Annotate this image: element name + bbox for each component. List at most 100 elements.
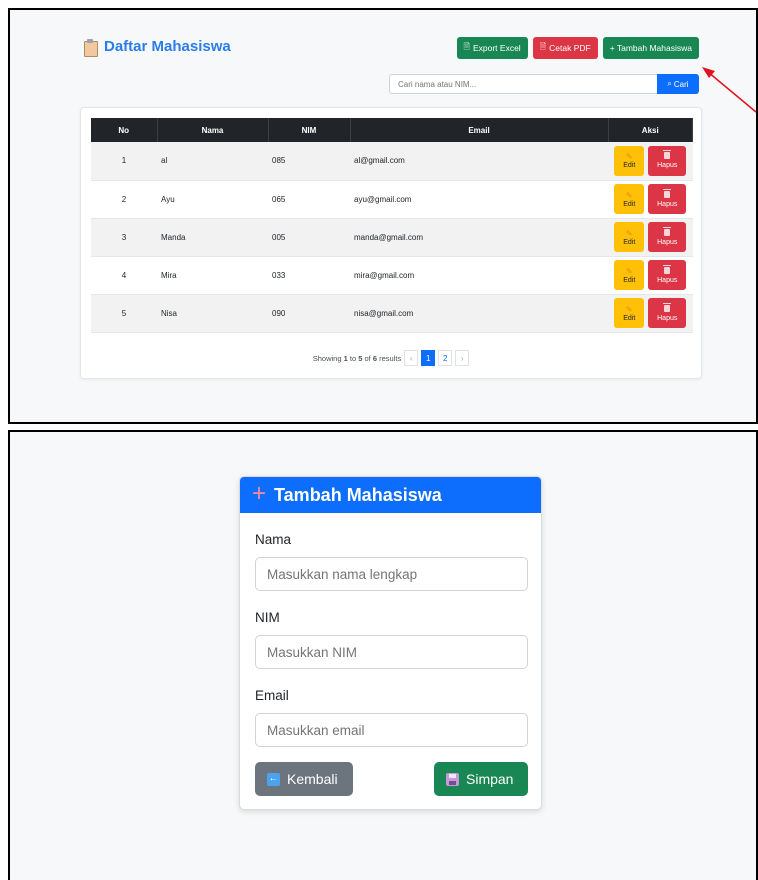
table-header-row: No Nama NIM Email Aksi: [91, 118, 693, 142]
simpan-label: Simpan: [466, 771, 514, 787]
hapus-button[interactable]: Hapus: [648, 145, 687, 176]
cell-no: 3: [91, 218, 157, 257]
annotation-arrow-icon: [702, 67, 757, 113]
pagination-results-word: results: [379, 353, 402, 363]
edit-label: Edit: [623, 162, 636, 170]
clipboard-icon: [84, 38, 98, 57]
nim-label: NIM: [255, 610, 280, 625]
cetak-pdf-label: Cetak PDF: [549, 43, 591, 53]
tambah-mahasiswa-label: + Tambah Mahasiswa: [609, 43, 692, 53]
cell-nim: 033: [268, 256, 350, 295]
file-excel-icon: 🗎: [463, 42, 470, 51]
file-pdf-icon: 🗎: [539, 42, 547, 51]
pagination-to: 5: [358, 353, 363, 363]
cell-aksi: ✎ Edit Hapus: [608, 142, 693, 181]
tambah-mahasiswa-button[interactable]: + Tambah Mahasiswa: [602, 37, 699, 59]
cell-no: 4: [91, 256, 157, 295]
edit-button[interactable]: ✎ Edit: [614, 222, 645, 252]
hapus-label: Hapus: [657, 314, 678, 322]
cell-no: 5: [91, 294, 157, 333]
cell-nim: 005: [268, 218, 350, 257]
hapus-label: Hapus: [657, 238, 678, 246]
header-nim: NIM: [268, 118, 351, 142]
cell-email: mira@gmail.com: [350, 256, 608, 295]
pagination: Showing 1 to 5 of 6 results ‹ 1 2 ›: [81, 350, 701, 366]
cell-email: al@gmail.com: [350, 142, 608, 181]
pagination-summary: Showing 1 to 5 of 6 results: [313, 354, 401, 363]
cell-nama: Nisa: [157, 294, 268, 333]
pagination-prefix: Showing: [312, 353, 342, 363]
edit-label: Edit: [623, 200, 636, 208]
email-input[interactable]: [255, 713, 528, 747]
nama-label: Nama: [255, 532, 292, 547]
cell-nama: Manda: [157, 218, 268, 257]
pagination-of-word: of: [364, 353, 371, 363]
pagination-from: 1: [343, 353, 348, 363]
add-student-form: + Tambah Mahasiswa Nama NIM Email ← Kemb…: [239, 476, 542, 810]
edit-button[interactable]: ✎ Edit: [614, 145, 645, 176]
search-button[interactable]: ⌕ Cari: [657, 74, 699, 94]
header-aksi: Aksi: [608, 118, 693, 142]
table-body: 1 al 085 al@gmail.com ✎ Edit Hapus 2 Ayu 065 ayu@g…: [91, 142, 693, 333]
header-email: Email: [350, 118, 609, 142]
hapus-label: Hapus: [657, 200, 678, 208]
pagination-page-2[interactable]: 2: [438, 350, 453, 366]
simpan-button[interactable]: Simpan: [434, 762, 528, 796]
kembali-label: Kembali: [287, 771, 338, 787]
cell-aksi: ✎ Edit Hapus: [608, 256, 693, 295]
table-row: 5 Nisa 090 nisa@gmail.com ✎ Edit Hapus: [91, 294, 693, 333]
hapus-button[interactable]: Hapus: [648, 222, 687, 252]
pagination-prev-button[interactable]: ‹: [404, 350, 419, 366]
edit-button[interactable]: ✎ Edit: [614, 184, 645, 214]
form-header: + Tambah Mahasiswa: [240, 477, 541, 513]
cell-aksi: ✎ Edit Hapus: [608, 294, 693, 333]
hapus-button[interactable]: Hapus: [648, 184, 687, 214]
cell-email: ayu@gmail.com: [350, 180, 608, 219]
pencil-icon: ✎: [625, 304, 633, 314]
pagination-next-button[interactable]: ›: [455, 350, 470, 366]
search-input[interactable]: [389, 74, 657, 94]
toolbar: 🗎 Export Excel 🗎 Cetak PDF + Tambah Maha…: [456, 37, 699, 59]
cell-nama: al: [157, 142, 268, 181]
pagination-page-1[interactable]: 1: [421, 350, 436, 366]
edit-label: Edit: [623, 314, 636, 322]
nim-input[interactable]: [255, 635, 528, 669]
edit-button[interactable]: ✎ Edit: [614, 260, 645, 290]
pencil-icon: ✎: [625, 190, 633, 200]
cell-nama: Ayu: [157, 180, 268, 219]
search-button-label: Cari: [673, 79, 689, 89]
arrow-left-icon: ←: [267, 772, 280, 786]
table-card: No Nama NIM Email Aksi 1 al 085 al@gmail.co…: [80, 107, 702, 379]
cell-email: manda@gmail.com: [350, 218, 608, 257]
form-page-screenshot: + Tambah Mahasiswa Nama NIM Email ← Kemb…: [8, 430, 758, 880]
header-nama: Nama: [157, 118, 269, 142]
cell-nim: 065: [268, 180, 350, 219]
cell-no: 1: [91, 142, 157, 181]
trash-icon: [663, 188, 672, 198]
pagination-to-word: to: [349, 353, 357, 363]
nama-input[interactable]: [255, 557, 528, 591]
edit-button[interactable]: ✎ Edit: [614, 298, 645, 328]
cell-nama: Mira: [157, 256, 268, 295]
pencil-icon: ✎: [625, 266, 633, 276]
students-table: No Nama NIM Email Aksi 1 al 085 al@gmail.co…: [91, 118, 693, 333]
hapus-label: Hapus: [657, 276, 678, 284]
cell-no: 2: [91, 180, 157, 219]
cetak-pdf-button[interactable]: 🗎 Cetak PDF: [532, 37, 598, 59]
hapus-button[interactable]: Hapus: [648, 260, 687, 290]
pencil-icon: ✎: [625, 152, 633, 162]
kembali-button[interactable]: ← Kembali: [255, 762, 353, 796]
hapus-button[interactable]: Hapus: [648, 298, 687, 328]
form-title: Tambah Mahasiswa: [274, 484, 442, 505]
page-title: Daftar Mahasiswa: [84, 38, 231, 57]
plus-icon: +: [252, 480, 267, 507]
search-bar: ⌕ Cari: [389, 74, 699, 94]
cell-nim: 090: [268, 294, 350, 333]
table-row: 4 Mira 033 mira@gmail.com ✎ Edit Hapus: [91, 256, 693, 295]
cell-aksi: ✎ Edit Hapus: [608, 180, 693, 219]
cell-nim: 085: [268, 142, 350, 181]
page-title-text: Daftar Mahasiswa: [104, 38, 231, 55]
search-icon: ⌕: [667, 79, 672, 88]
export-excel-button[interactable]: 🗎 Export Excel: [456, 37, 528, 59]
table-row: 3 Manda 005 manda@gmail.com ✎ Edit Hapus: [91, 218, 693, 257]
